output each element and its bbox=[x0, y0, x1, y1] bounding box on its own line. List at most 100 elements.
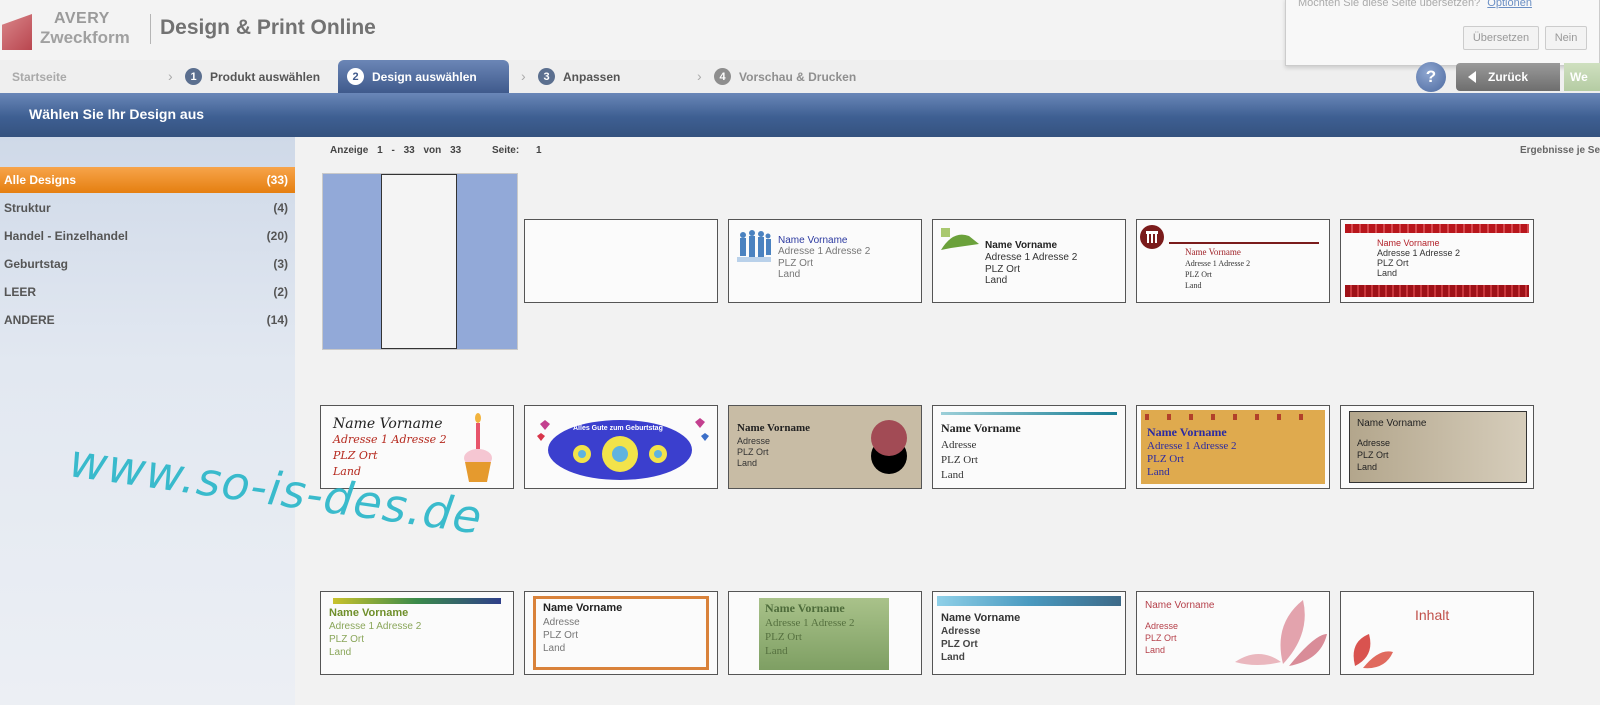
red-bottom-band bbox=[1345, 285, 1529, 297]
card-country: Land bbox=[543, 643, 566, 654]
design-thumbnail-grass[interactable]: Name Vorname Adresse 1 Adresse 2 PLZ Ort… bbox=[728, 591, 922, 675]
card-address: Adresse 1 Adresse 2 bbox=[329, 621, 422, 632]
translate-options-link[interactable]: Optionen bbox=[1487, 0, 1532, 9]
card-city: PLZ Ort bbox=[765, 631, 802, 643]
card-country: Land bbox=[1145, 645, 1166, 655]
step-label: Design auswählen bbox=[372, 69, 477, 84]
category-alle-designs[interactable]: Alle Designs (33) bbox=[0, 167, 295, 193]
step-startseite[interactable]: Startseite bbox=[12, 60, 67, 93]
card-name: Name Vorname bbox=[985, 240, 1058, 251]
category-struktur[interactable]: Struktur (4) bbox=[0, 195, 295, 221]
design-thumbnail-taupe[interactable]: Name Vorname Adresse PLZ Ort Land bbox=[1340, 405, 1534, 489]
card-name: Name Vorname bbox=[941, 421, 1021, 435]
card-address: Adresse 1 Adresse 2 bbox=[333, 433, 447, 446]
step-number: 1 bbox=[185, 68, 202, 85]
step-design[interactable]: 2 Design auswählen bbox=[338, 60, 509, 93]
next-button[interactable]: We bbox=[1564, 63, 1600, 91]
step-customize[interactable]: 3 Anpassen bbox=[538, 60, 620, 93]
design-thumbnail-water[interactable]: Name Vorname Adresse PLZ Ort Land bbox=[932, 591, 1126, 675]
card-city: PLZ Ort bbox=[1145, 633, 1177, 643]
category-count: (14) bbox=[266, 313, 288, 327]
category-sidebar: Alle Designs (33) Struktur (4) Handel - … bbox=[0, 137, 295, 705]
step-label: Anpassen bbox=[563, 69, 621, 84]
card-country: Land bbox=[941, 469, 964, 481]
translate-button[interactable]: Übersetzen bbox=[1463, 26, 1539, 50]
back-button[interactable]: Zurück bbox=[1456, 63, 1560, 91]
design-thumbnail-selected[interactable] bbox=[322, 173, 518, 350]
paging-dash: - bbox=[391, 145, 395, 156]
card-address: Adresse 1 Adresse 2 bbox=[778, 246, 871, 257]
card-name: Name Vorname bbox=[329, 607, 409, 619]
paging-from: 1 bbox=[377, 145, 383, 156]
card-country: Land bbox=[778, 269, 801, 280]
design-thumbnail-orange-frame[interactable]: Name Vorname Adresse PLZ Ort Land bbox=[524, 591, 718, 675]
teal-rule bbox=[941, 412, 1117, 415]
card-address: Adresse 1 Adresse 2 bbox=[765, 617, 855, 629]
design-thumbnail-leaf[interactable]: Name Vorname Adresse 1 Adresse 2 PLZ Ort… bbox=[932, 219, 1126, 303]
card-city: PLZ Ort bbox=[941, 454, 978, 466]
step-product[interactable]: 1 Produkt auswählen bbox=[185, 60, 320, 93]
section-banner: Wählen Sie Ihr Design aus bbox=[0, 93, 1600, 137]
step-number: 3 bbox=[538, 68, 555, 85]
category-label: Geburtstag bbox=[4, 257, 69, 271]
card-name: Name Vorname bbox=[1185, 247, 1241, 257]
card-name: Name Vorname bbox=[737, 422, 811, 434]
card-address: Adresse 1 Adresse 2 bbox=[985, 252, 1078, 263]
card-content-label: Inhalt bbox=[1415, 607, 1450, 623]
circle-emblem-icon bbox=[871, 420, 907, 474]
header-divider bbox=[150, 14, 151, 44]
cupcake-icon bbox=[464, 413, 492, 482]
category-geburtstag[interactable]: Geburtstag (3) bbox=[0, 251, 295, 277]
card-city: PLZ Ort bbox=[1147, 453, 1184, 465]
app-title: Design & Print Online bbox=[160, 16, 376, 39]
ornament-band bbox=[1145, 414, 1321, 420]
design-thumbnail-people[interactable]: Name Vorname Adresse 1 Adresse 2 PLZ Ort… bbox=[728, 219, 922, 303]
help-button[interactable]: ? bbox=[1416, 62, 1446, 92]
step-navigation: Startseite › 1 Produkt auswählen 2 Desig… bbox=[0, 60, 1600, 93]
design-thumbnail-gold[interactable]: Name Vorname Adresse 1 Adresse 2 PLZ Ort… bbox=[1136, 405, 1330, 489]
card-address: Adresse 1 Adresse 2 bbox=[1147, 440, 1237, 452]
card-city: PLZ Ort bbox=[333, 449, 378, 462]
category-leer[interactable]: LEER (2) bbox=[0, 279, 295, 305]
category-andere[interactable]: ANDERE (14) bbox=[0, 307, 295, 333]
avery-zweckform-logo[interactable]: AVERY Zweckform bbox=[0, 6, 140, 50]
category-handel[interactable]: Handel - Einzelhandel (20) bbox=[0, 223, 295, 249]
paging-info: Anzeige 1 - 33 von 33 Seite: 1 bbox=[330, 145, 548, 156]
design-thumbnail-inhalt[interactable]: Inhalt bbox=[1340, 591, 1534, 675]
design-thumbnail-beige-circle[interactable]: Name Vorname Adresse PLZ Ort Land bbox=[728, 405, 922, 489]
design-thumbnail-teal-line[interactable]: Name Vorname Adresse PLZ Ort Land bbox=[932, 405, 1126, 489]
card-country: Land bbox=[1377, 268, 1398, 278]
card-country: Land bbox=[737, 458, 758, 468]
card-name: Name Vorname bbox=[1357, 418, 1427, 429]
card-name: Name Vorname bbox=[765, 601, 845, 615]
category-label: Handel - Einzelhandel bbox=[4, 229, 129, 243]
category-count: (4) bbox=[273, 201, 288, 215]
design-thumbnail-birthday[interactable]: Alles Gute zum Geburtstag bbox=[524, 405, 718, 489]
results-per-page[interactable]: Ergebnisse je Se bbox=[1520, 145, 1600, 156]
back-label: Zurück bbox=[1488, 70, 1529, 84]
category-label: ANDERE bbox=[4, 313, 55, 327]
logo-mark-icon bbox=[2, 14, 32, 50]
card-address: Adresse bbox=[1145, 621, 1179, 631]
category-count: (33) bbox=[266, 173, 288, 187]
leaf-graphic-icon bbox=[941, 228, 979, 250]
birthday-oval-graphic bbox=[537, 418, 709, 480]
category-count: (2) bbox=[273, 285, 288, 299]
design-thumbnail-blank[interactable] bbox=[524, 219, 718, 303]
design-thumbnail-pink-leaves[interactable]: Name Vorname Adresse PLZ Ort Land bbox=[1136, 591, 1330, 675]
card-country: Land bbox=[329, 647, 352, 658]
step-preview-print[interactable]: 4 Vorschau & Drucken bbox=[714, 60, 856, 93]
design-thumbnail-red-border[interactable]: Name Vorname Adresse 1 Adresse 2 PLZ Ort… bbox=[1340, 219, 1534, 303]
brand-line2: Zweckform bbox=[40, 28, 130, 47]
no-translate-button[interactable]: Nein bbox=[1545, 26, 1587, 50]
page-label: Seite: bbox=[491, 145, 520, 156]
birthday-greeting: Alles Gute zum Geburtstag bbox=[573, 425, 663, 432]
card-city: PLZ Ort bbox=[329, 634, 365, 645]
translate-popup: Möchten Sie diese Seite übersetzen? Opti… bbox=[1285, 0, 1600, 66]
step-label: Vorschau & Drucken bbox=[739, 69, 857, 84]
design-thumbnail-gradient-bar[interactable]: Name Vorname Adresse 1 Adresse 2 PLZ Ort… bbox=[320, 591, 514, 675]
card-address: Adresse bbox=[941, 626, 981, 637]
card-country: Land bbox=[1185, 281, 1202, 290]
paging-label: Anzeige bbox=[330, 145, 369, 156]
design-thumbnail-column[interactable]: Name Vorname Adresse 1 Adresse 2 PLZ Ort… bbox=[1136, 219, 1330, 303]
